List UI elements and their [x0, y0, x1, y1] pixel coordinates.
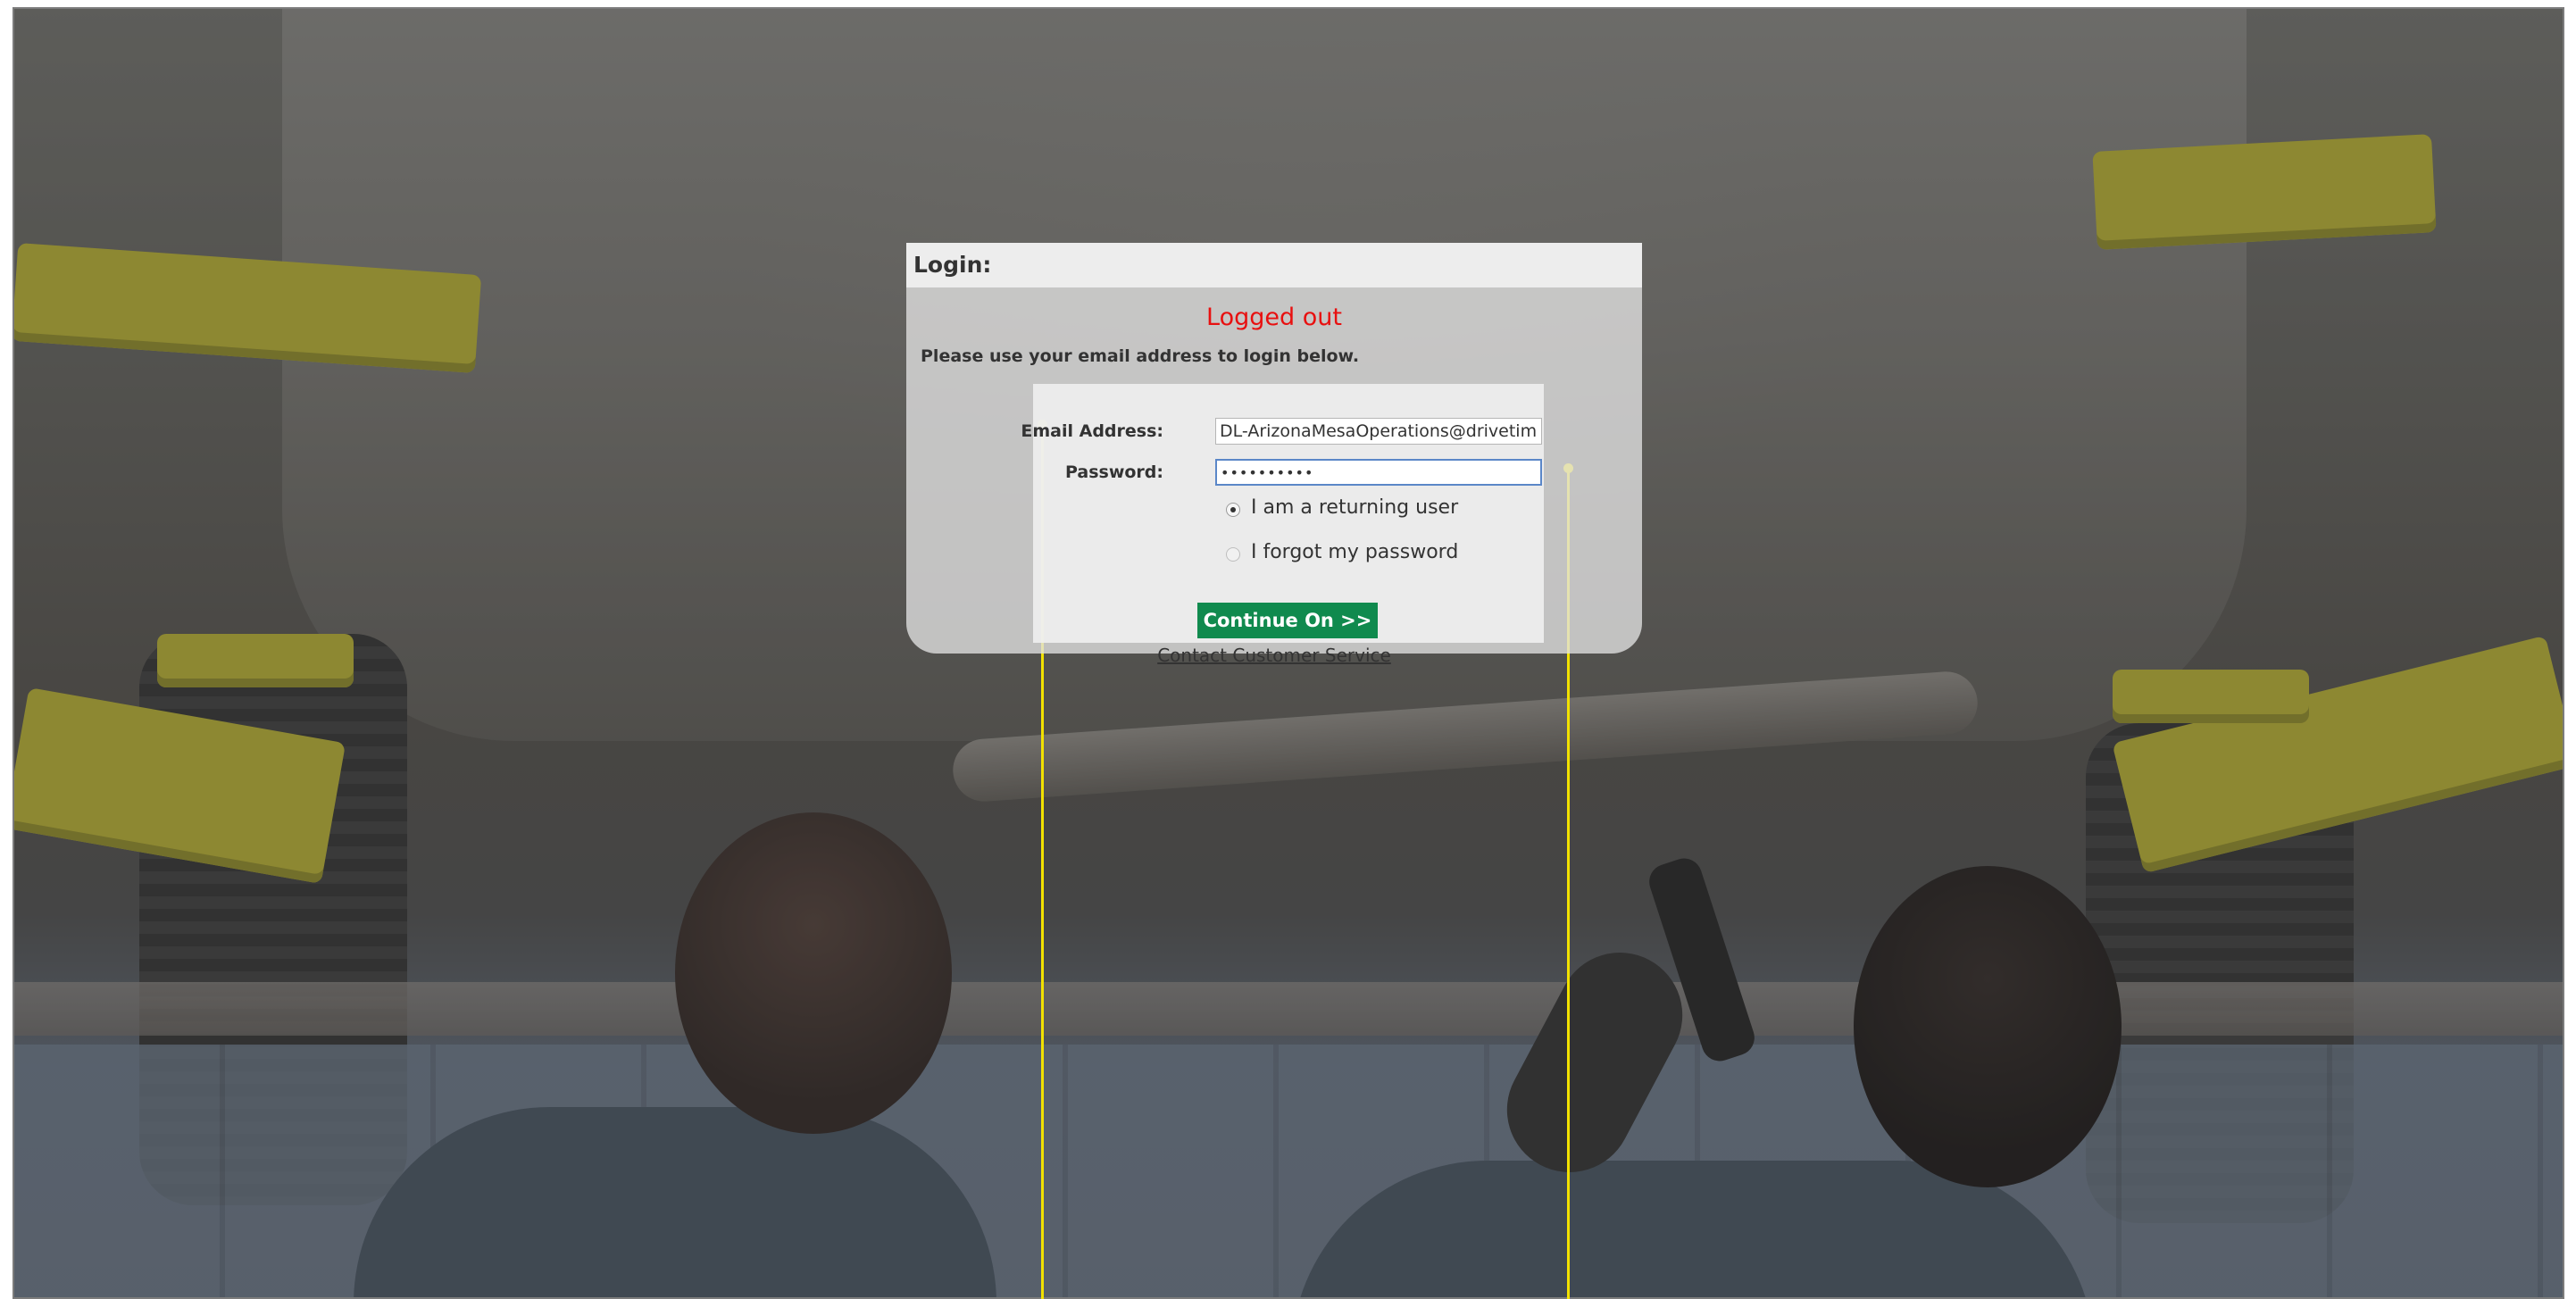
- radio-forgot-label: I forgot my password: [1251, 541, 1459, 563]
- radio-returning-label: I am a returning user: [1251, 496, 1459, 519]
- login-form: Email Address: Password: I am a returnin…: [1021, 384, 1544, 643]
- login-instructions: Please use your email address to login b…: [921, 346, 1360, 366]
- continue-button[interactable]: Continue On >>: [1197, 603, 1378, 638]
- login-panel: Login: Logged out Please use your email …: [906, 243, 1642, 666]
- password-label: Password:: [1064, 462, 1163, 482]
- radio-unchecked-icon[interactable]: [1226, 546, 1240, 562]
- email-label: Email Address:: [1021, 421, 1163, 441]
- email-field[interactable]: [1215, 418, 1542, 445]
- radio-forgot-password[interactable]: I forgot my password: [1226, 541, 1458, 563]
- radio-checked-icon[interactable]: [1226, 502, 1240, 517]
- contact-customer-service-link[interactable]: Contact Customer Service: [906, 645, 1642, 666]
- status-message: Logged out: [1206, 304, 1342, 331]
- password-field[interactable]: [1215, 459, 1542, 486]
- login-header: Login:: [906, 243, 1642, 287]
- radio-returning-user[interactable]: I am a returning user: [1226, 496, 1458, 519]
